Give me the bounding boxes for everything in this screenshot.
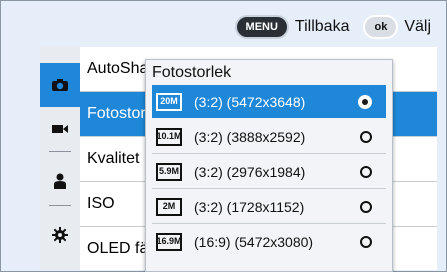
back-label: Tillbaka bbox=[294, 18, 350, 35]
option-2m[interactable]: 2M (3:2) (1728x1152) bbox=[152, 190, 386, 224]
option-10m[interactable]: 10.1M (3:2) (3888x2592) bbox=[152, 120, 386, 154]
tab-divider bbox=[49, 151, 71, 152]
size-10m-icon: 10.1M bbox=[156, 127, 182, 146]
option-20m[interactable]: 20M (3:2) (5472x3648) bbox=[152, 85, 386, 118]
size-2m-icon: 2M bbox=[156, 197, 182, 216]
hint-bar: MENU Tillbaka OK Välj bbox=[234, 15, 431, 39]
menu-item-label: OLED fär bbox=[87, 240, 154, 257]
tab-video[interactable] bbox=[40, 107, 80, 151]
option-label: (16:9) (5472x3080) bbox=[194, 233, 314, 250]
option-label: (3:2) (5472x3648) bbox=[194, 93, 306, 110]
radio-empty-icon bbox=[360, 200, 372, 213]
select-label: Välj bbox=[404, 18, 431, 35]
option-label: (3:2) (2976x1984) bbox=[194, 163, 306, 180]
camera-icon bbox=[52, 79, 68, 91]
radio-empty-icon bbox=[360, 130, 372, 143]
size-5-9m-icon: 5.9M bbox=[156, 162, 182, 181]
ok-key-badge[interactable]: OK bbox=[363, 15, 399, 39]
menu-item-label: ISO bbox=[87, 195, 115, 212]
menu-key-badge[interactable]: MENU bbox=[234, 15, 289, 39]
menu-item-label: Fotostor bbox=[87, 105, 146, 122]
tab-custom[interactable] bbox=[40, 159, 80, 203]
tab-photo[interactable] bbox=[40, 63, 80, 107]
radio-selected-icon bbox=[358, 94, 372, 109]
radio-empty-icon bbox=[360, 235, 372, 248]
menu-item-label: Kvalitet bbox=[87, 150, 140, 167]
option-5-9m[interactable]: 5.9M (3:2) (2976x1984) bbox=[152, 155, 386, 189]
option-16-9m[interactable]: 16.9M (16:9) (5472x3080) bbox=[152, 225, 386, 258]
option-label: (3:2) (1728x1152) bbox=[194, 198, 305, 215]
gear-icon bbox=[52, 227, 68, 243]
menu-tabs bbox=[40, 47, 80, 270]
photo-size-dropdown: Fotostorlek 20M (3:2) (5472x3648) 10.1M … bbox=[145, 59, 393, 272]
size-20m-icon: 20M bbox=[156, 92, 182, 111]
dropdown-title: Fotostorlek bbox=[152, 64, 232, 81]
video-icon bbox=[52, 125, 68, 133]
option-label: (3:2) (3888x2592) bbox=[194, 128, 306, 145]
person-icon bbox=[54, 173, 66, 189]
tab-setup[interactable] bbox=[40, 213, 80, 257]
menu-item-label: AutoSha bbox=[87, 60, 149, 77]
radio-empty-icon bbox=[360, 165, 372, 178]
tab-divider bbox=[49, 205, 71, 206]
size-16-9m-icon: 16.9M bbox=[156, 232, 182, 251]
